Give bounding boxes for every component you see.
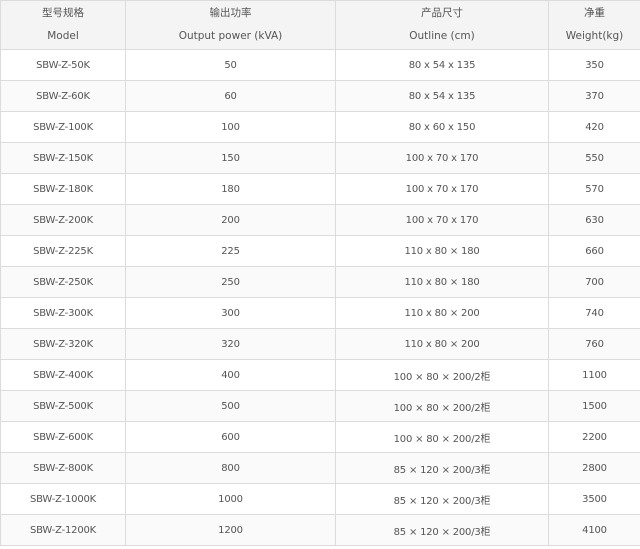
header-outline-en: Outline (cm) bbox=[409, 30, 475, 42]
model-cell: SBW-Z-320K bbox=[0, 328, 126, 360]
header-model-cn: 型号规格 bbox=[42, 7, 84, 19]
outline-cell: 100 x 70 x 170 bbox=[335, 142, 549, 174]
table-row: SBW-Z-100K 100 80 x 60 x 150 420 bbox=[0, 111, 640, 143]
outline-cell: 80 x 60 x 150 bbox=[335, 111, 549, 143]
output-power-cell: 500 bbox=[125, 390, 336, 422]
weight-cell: 3500 bbox=[548, 483, 640, 515]
header-output-power: 输出功率 Output power (kVA) bbox=[125, 0, 336, 50]
outline-cell: 100 x 70 x 170 bbox=[335, 173, 549, 205]
table-row: SBW-Z-300K 300 110 x 80 × 200 740 bbox=[0, 297, 640, 329]
outline-cell: 80 x 54 x 135 bbox=[335, 80, 549, 112]
header-weight-en: Weight(kg) bbox=[565, 30, 624, 42]
model-cell: SBW-Z-250K bbox=[0, 266, 126, 298]
table-row: SBW-Z-200K 200 100 x 70 x 170 630 bbox=[0, 204, 640, 236]
table-row: SBW-Z-400K 400 100 × 80 × 200/2柜 1100 bbox=[0, 359, 640, 391]
model-cell: SBW-Z-60K bbox=[0, 80, 126, 112]
output-power-cell: 60 bbox=[125, 80, 336, 112]
table-row: SBW-Z-225K 225 110 x 80 × 180 660 bbox=[0, 235, 640, 267]
table-row: SBW-Z-50K 50 80 x 54 x 135 350 bbox=[0, 49, 640, 81]
table-row: SBW-Z-180K 180 100 x 70 x 170 570 bbox=[0, 173, 640, 205]
outline-cell: 85 × 120 × 200/3柜 bbox=[335, 514, 549, 546]
outline-cell: 110 x 80 × 200 bbox=[335, 328, 549, 360]
weight-cell: 2200 bbox=[548, 421, 640, 453]
model-cell: SBW-Z-1200K bbox=[0, 514, 126, 546]
header-model-en: Model bbox=[47, 30, 79, 42]
weight-cell: 350 bbox=[548, 49, 640, 81]
header-weight-cn: 净重 bbox=[584, 7, 605, 19]
header-row: 型号规格 Model 输出功率 Output power (kVA) 产品尺寸 … bbox=[0, 0, 640, 50]
table-row: SBW-Z-320K 320 110 x 80 × 200 760 bbox=[0, 328, 640, 360]
weight-cell: 1500 bbox=[548, 390, 640, 422]
table-row: SBW-Z-800K 800 85 × 120 × 200/3柜 2800 bbox=[0, 452, 640, 484]
outline-cell: 110 x 80 × 200 bbox=[335, 297, 549, 329]
output-power-cell: 320 bbox=[125, 328, 336, 360]
model-cell: SBW-Z-50K bbox=[0, 49, 126, 81]
model-cell: SBW-Z-225K bbox=[0, 235, 126, 267]
output-power-cell: 1000 bbox=[125, 483, 336, 515]
weight-cell: 740 bbox=[548, 297, 640, 329]
weight-cell: 420 bbox=[548, 111, 640, 143]
output-power-cell: 800 bbox=[125, 452, 336, 484]
table-row: SBW-Z-150K 150 100 x 70 x 170 550 bbox=[0, 142, 640, 174]
output-power-cell: 50 bbox=[125, 49, 336, 81]
model-cell: SBW-Z-800K bbox=[0, 452, 126, 484]
output-power-cell: 180 bbox=[125, 173, 336, 205]
table-header: 型号规格 Model 输出功率 Output power (kVA) 产品尺寸 … bbox=[0, 0, 640, 50]
header-model: 型号规格 Model bbox=[0, 0, 126, 50]
outline-cell: 85 × 120 × 200/3柜 bbox=[335, 452, 549, 484]
table-row: SBW-Z-1200K 1200 85 × 120 × 200/3柜 4100 bbox=[0, 514, 640, 546]
table-row: SBW-Z-1000K 1000 85 × 120 × 200/3柜 3500 bbox=[0, 483, 640, 515]
output-power-cell: 225 bbox=[125, 235, 336, 267]
model-cell: SBW-Z-500K bbox=[0, 390, 126, 422]
weight-cell: 2800 bbox=[548, 452, 640, 484]
model-cell: SBW-Z-1000K bbox=[0, 483, 126, 515]
model-cell: SBW-Z-600K bbox=[0, 421, 126, 453]
outline-cell: 100 x 70 x 170 bbox=[335, 204, 549, 236]
weight-cell: 570 bbox=[548, 173, 640, 205]
header-weight: 净重 Weight(kg) bbox=[548, 0, 640, 50]
header-output-power-cn: 输出功率 bbox=[209, 7, 252, 19]
output-power-cell: 1200 bbox=[125, 514, 336, 546]
weight-cell: 660 bbox=[548, 235, 640, 267]
outline-cell: 110 x 80 × 180 bbox=[335, 235, 549, 267]
model-cell: SBW-Z-150K bbox=[0, 142, 126, 174]
outline-cell: 100 × 80 × 200/2柜 bbox=[335, 359, 549, 391]
weight-cell: 700 bbox=[548, 266, 640, 298]
output-power-cell: 100 bbox=[125, 111, 336, 143]
model-cell: SBW-Z-200K bbox=[0, 204, 126, 236]
outline-cell: 110 x 80 × 180 bbox=[335, 266, 549, 298]
model-cell: SBW-Z-400K bbox=[0, 359, 126, 391]
weight-cell: 550 bbox=[548, 142, 640, 174]
table-row: SBW-Z-600K 600 100 × 80 × 200/2柜 2200 bbox=[0, 421, 640, 453]
output-power-cell: 300 bbox=[125, 297, 336, 329]
header-output-power-en: Output power (kVA) bbox=[178, 30, 283, 42]
table-row: SBW-Z-250K 250 110 x 80 × 180 700 bbox=[0, 266, 640, 298]
outline-cell: 100 × 80 × 200/2柜 bbox=[335, 421, 549, 453]
weight-cell: 630 bbox=[548, 204, 640, 236]
header-outline: 产品尺寸 Outline (cm) bbox=[335, 0, 549, 50]
weight-cell: 370 bbox=[548, 80, 640, 112]
table-row: SBW-Z-500K 500 100 × 80 × 200/2柜 1500 bbox=[0, 390, 640, 422]
model-cell: SBW-Z-300K bbox=[0, 297, 126, 329]
weight-cell: 760 bbox=[548, 328, 640, 360]
weight-cell: 1100 bbox=[548, 359, 640, 391]
outline-cell: 100 × 80 × 200/2柜 bbox=[335, 390, 549, 422]
outline-cell: 80 x 54 x 135 bbox=[335, 49, 549, 81]
table-row: SBW-Z-60K 60 80 x 54 x 135 370 bbox=[0, 80, 640, 112]
model-cell: SBW-Z-180K bbox=[0, 173, 126, 205]
table-body: SBW-Z-50K 50 80 x 54 x 135 350 SBW-Z-60K 60 80… bbox=[0, 49, 640, 546]
model-cell: SBW-Z-100K bbox=[0, 111, 126, 143]
spec-table: 型号规格 Model 输出功率 Output power (kVA) 产品尺寸 … bbox=[0, 0, 640, 546]
weight-cell: 4100 bbox=[548, 514, 640, 546]
output-power-cell: 600 bbox=[125, 421, 336, 453]
outline-cell: 85 × 120 × 200/3柜 bbox=[335, 483, 549, 515]
output-power-cell: 250 bbox=[125, 266, 336, 298]
output-power-cell: 200 bbox=[125, 204, 336, 236]
output-power-cell: 150 bbox=[125, 142, 336, 174]
output-power-cell: 400 bbox=[125, 359, 336, 391]
header-outline-cn: 产品尺寸 bbox=[421, 7, 463, 19]
